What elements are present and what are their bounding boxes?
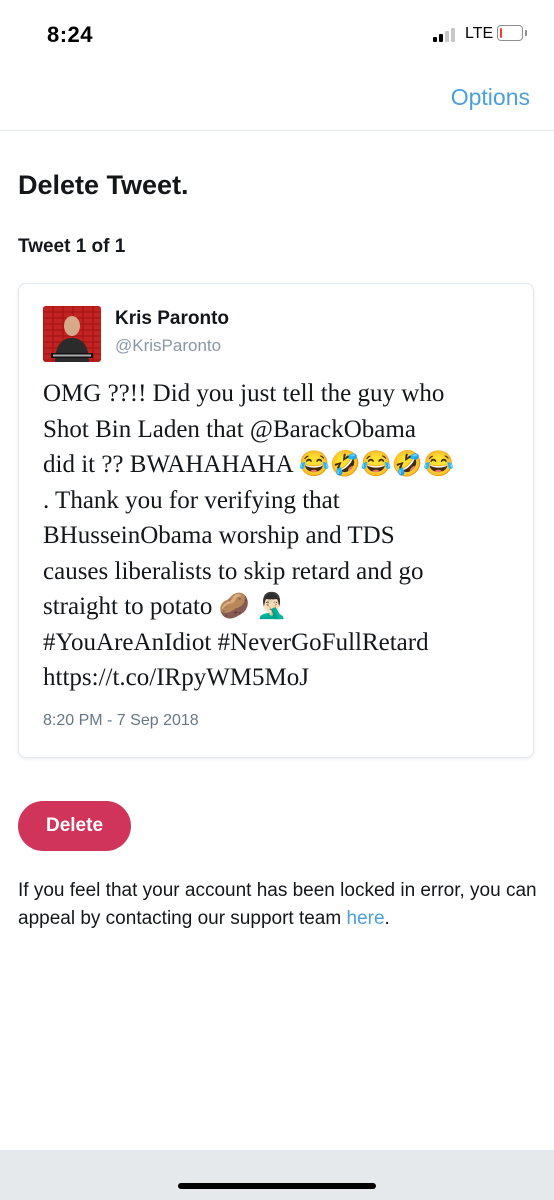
tweet-counter: Tweet 1 of 1 — [18, 236, 126, 257]
tweet-timestamp: 8:20 PM - 7 Sep 2018 — [43, 712, 199, 729]
status-time: 8:24 — [47, 22, 94, 47]
tweet-card: Kris Paronto @KrisParonto OMG ??!! Did y… — [18, 283, 534, 758]
battery-icon — [497, 25, 527, 41]
nav-bar: Options — [0, 70, 554, 131]
tweet-text: OMG ??!! Did you just tell the guy who S… — [43, 380, 455, 691]
page-title: Delete Tweet. — [18, 170, 189, 200]
status-bar: 8:24 LTE — [0, 0, 554, 70]
author-handle[interactable]: @KrisParonto — [115, 336, 221, 356]
appeal-text-after: . — [384, 908, 390, 929]
cellular-signal-icon — [433, 26, 461, 42]
appeal-text-before: If you feel that your account has been l… — [18, 880, 537, 929]
avatar — [43, 306, 101, 362]
author-name[interactable]: Kris Paronto — [115, 308, 229, 330]
network-type: LTE — [465, 25, 494, 42]
options-button[interactable]: Options — [451, 84, 530, 111]
support-link[interactable]: here — [346, 908, 384, 929]
home-indicator[interactable] — [178, 1183, 376, 1189]
bottom-bar — [0, 1150, 554, 1200]
appeal-message: If you feel that your account has been l… — [18, 877, 538, 933]
delete-button[interactable]: Delete — [18, 801, 131, 851]
profile-photo-icon — [43, 306, 101, 362]
